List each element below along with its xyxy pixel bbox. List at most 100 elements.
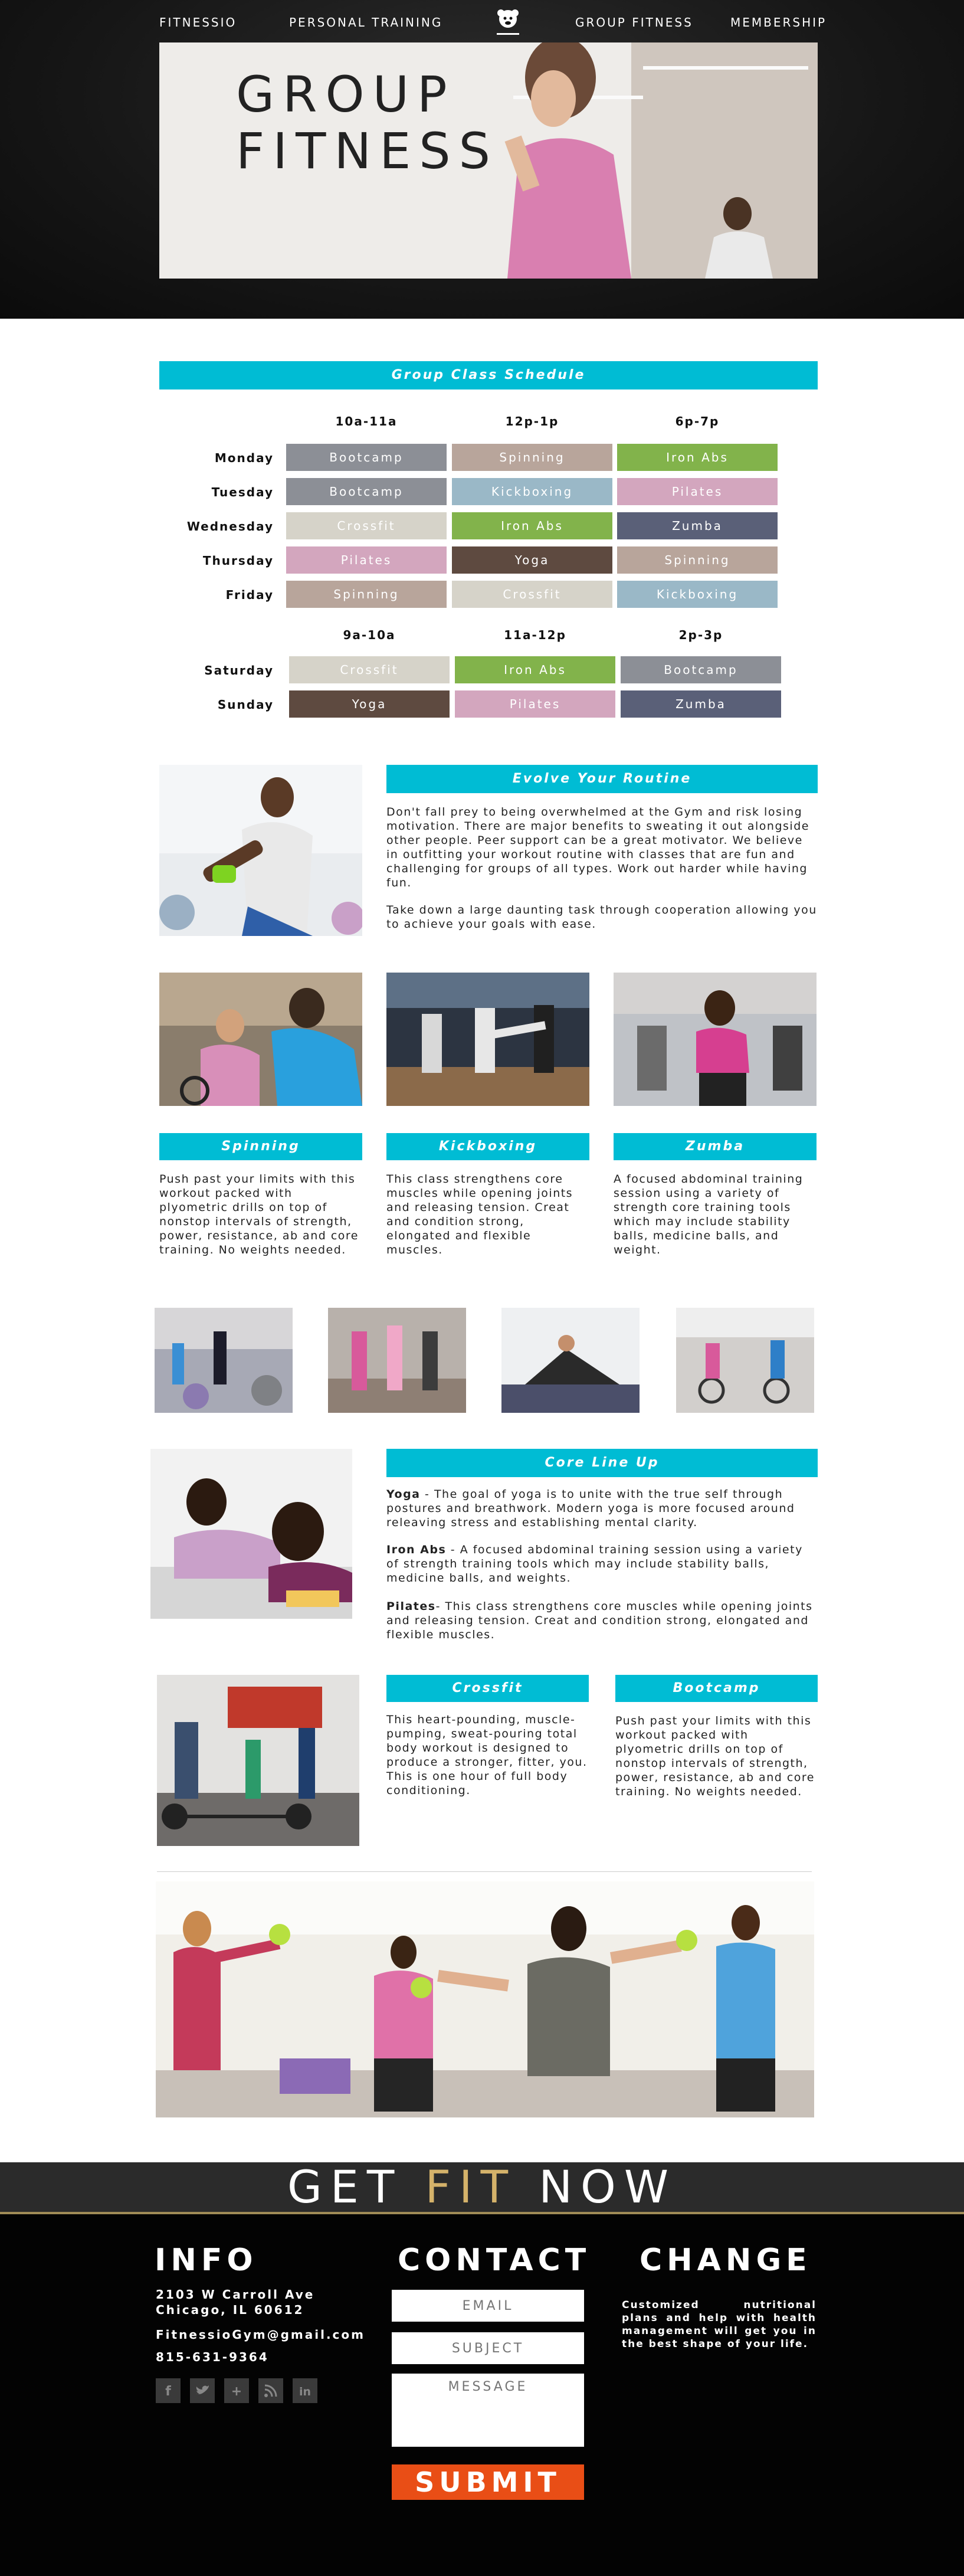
schedule-time-header: 9a-10a xyxy=(343,628,396,642)
gallery-photo-1 xyxy=(155,1308,293,1413)
svg-text:in: in xyxy=(299,2385,311,2398)
submit-button[interactable]: SUBMIT xyxy=(392,2464,584,2500)
schedule-class-cell: Kickboxing xyxy=(452,478,612,505)
footer-phone[interactable]: 815-631-9364 xyxy=(156,2350,269,2364)
core-item-pilates-text: This class strengthens core muscles whil… xyxy=(386,1600,813,1641)
spinning-title: Spinning xyxy=(159,1133,362,1160)
zumba-photo xyxy=(614,973,817,1106)
footer-address-line1: 2103 W Carroll Ave xyxy=(156,2287,315,2302)
core-photo xyxy=(150,1449,352,1619)
schedule-day-label: Wednesday xyxy=(186,519,274,533)
evolve-paragraph-2: Take down a large daunting task through … xyxy=(386,904,817,931)
schedule-class-cell: Yoga xyxy=(289,690,450,718)
hero-title-line1: GROUP xyxy=(236,66,455,123)
footer-info-heading: INFO xyxy=(155,2243,258,2278)
schedule-class-cell: Kickboxing xyxy=(617,581,778,608)
schedule-time-header: 12p-1p xyxy=(505,414,559,428)
schedule-class-cell: Spinning xyxy=(286,581,447,608)
core-item-iron-abs-sep: - xyxy=(446,1543,460,1556)
nav-group-fitness-link[interactable]: GROUP FITNESS xyxy=(575,15,693,30)
kickboxing-photo xyxy=(386,973,589,1106)
schedule-class-cell: Yoga xyxy=(452,546,612,574)
hero-header: FITNESSIO PERSONAL TRAINING GROUP FITNES… xyxy=(0,0,964,319)
schedule-day-label: Friday xyxy=(225,588,274,602)
core-item-yoga-text: The goal of yoga is to unite with the tr… xyxy=(386,1488,795,1529)
schedule-class-cell: Crossfit xyxy=(286,512,447,539)
footer-change-heading: CHANGE xyxy=(640,2243,812,2278)
schedule-day-label: Tuesday xyxy=(211,485,274,499)
core-item-yoga-sep: - xyxy=(420,1488,434,1501)
nav-personal-training-link[interactable]: PERSONAL TRAINING xyxy=(289,15,442,30)
subject-field[interactable] xyxy=(392,2332,584,2364)
footer-address-line2: Chicago, IL 60612 xyxy=(156,2303,304,2317)
core-item-iron-abs-name: Iron Abs xyxy=(386,1543,447,1556)
schedule-class-cell: Iron Abs xyxy=(455,656,615,683)
cta-word-fit: FIT xyxy=(425,2161,517,2213)
schedule-day-label: Sunday xyxy=(217,698,274,712)
core-item-pilates: Pilates- This class strengthens core mus… xyxy=(386,1599,818,1642)
cta-band: GET FIT NOW xyxy=(0,2162,964,2212)
schedule-class-cell: Crossfit xyxy=(289,656,450,683)
core-item-iron-abs: Iron Abs - A focused abdominal training … xyxy=(386,1543,818,1585)
schedule-time-header: 11a-12p xyxy=(504,628,566,642)
zumba-description: A focused abdominal training session usi… xyxy=(614,1173,804,1256)
page: FITNESSIO PERSONAL TRAINING GROUP FITNES… xyxy=(0,0,964,2576)
gallery-photo-2 xyxy=(328,1308,466,1413)
zumba-title: Zumba xyxy=(614,1133,817,1160)
section-divider xyxy=(157,1871,812,1872)
schedule-class-cell: Bootcamp xyxy=(286,478,447,505)
core-item-yoga-name: Yoga xyxy=(386,1488,421,1501)
schedule-time-header: 10a-11a xyxy=(335,414,398,428)
schedule-class-cell: Iron Abs xyxy=(617,444,778,471)
group-class-photo xyxy=(156,1881,814,2117)
core-item-yoga: Yoga - The goal of yoga is to unite with… xyxy=(386,1487,818,1530)
kickboxing-title: Kickboxing xyxy=(386,1133,589,1160)
schedule-class-cell: Zumba xyxy=(621,690,781,718)
logo[interactable] xyxy=(494,6,522,39)
schedule-title: Group Class Schedule xyxy=(159,361,818,389)
gallery-photo-4 xyxy=(676,1308,814,1413)
nav-fitnessio-link[interactable]: FITNESSIO xyxy=(159,15,237,30)
schedule-class-cell: Spinning xyxy=(617,546,778,574)
google-plus-icon[interactable]: + xyxy=(224,2378,249,2403)
schedule-class-cell: Spinning xyxy=(452,444,612,471)
core-item-pilates-sep: - xyxy=(435,1600,445,1613)
bootcamp-title: Bootcamp xyxy=(615,1675,818,1702)
schedule-time-header: 2p-3p xyxy=(678,628,723,642)
evolve-photo xyxy=(159,765,362,936)
linkedin-icon[interactable]: in xyxy=(293,2378,317,2403)
bootcamp-description: Push past your limits with this workout … xyxy=(615,1714,815,1798)
schedule-day-label: Thursday xyxy=(202,554,274,568)
schedule-day-label: Monday xyxy=(214,451,274,465)
schedule-class-cell: Zumba xyxy=(617,512,778,539)
message-field[interactable] xyxy=(392,2374,584,2447)
footer-contact-heading: CONTACT xyxy=(398,2243,591,2278)
svg-text:+: + xyxy=(231,2384,242,2399)
schedule-class-cell: Iron Abs xyxy=(452,512,612,539)
logo-icon xyxy=(497,9,519,35)
rss-icon[interactable] xyxy=(258,2378,283,2403)
schedule-day-label: Saturday xyxy=(204,663,274,677)
schedule-time-header: 6p-7p xyxy=(675,414,720,428)
spinning-photo xyxy=(159,973,362,1106)
twitter-icon[interactable] xyxy=(190,2378,215,2403)
schedule-class-cell: Bootcamp xyxy=(286,444,447,471)
evolve-title: Evolve Your Routine xyxy=(386,765,818,793)
schedule-class-cell: Pilates xyxy=(286,546,447,574)
hero-title-line2: FITNESS xyxy=(236,122,499,180)
crossfit-title: Crossfit xyxy=(386,1675,589,1702)
email-field[interactable] xyxy=(392,2290,584,2322)
schedule-class-cell: Pilates xyxy=(455,690,615,718)
hero-photo: GROUP FITNESS xyxy=(159,42,818,279)
facebook-icon[interactable]: f xyxy=(156,2378,181,2403)
schedule-class-cell: Bootcamp xyxy=(621,656,781,683)
nav-membership-link[interactable]: MEMBERSHIP xyxy=(730,15,827,30)
footer-email[interactable]: FitnessioGym@gmail.com xyxy=(156,2328,365,2342)
svg-text:f: f xyxy=(165,2384,171,2399)
cta-text: GET FIT NOW xyxy=(0,2162,964,2212)
gallery-photo-3 xyxy=(501,1308,640,1413)
crossfit-photo xyxy=(157,1675,359,1846)
schedule-class-cell: Crossfit xyxy=(452,581,612,608)
footer-change-text: Customized nutritional plans and help wi… xyxy=(622,2299,817,2350)
cta-word-now: NOW xyxy=(539,2161,677,2213)
